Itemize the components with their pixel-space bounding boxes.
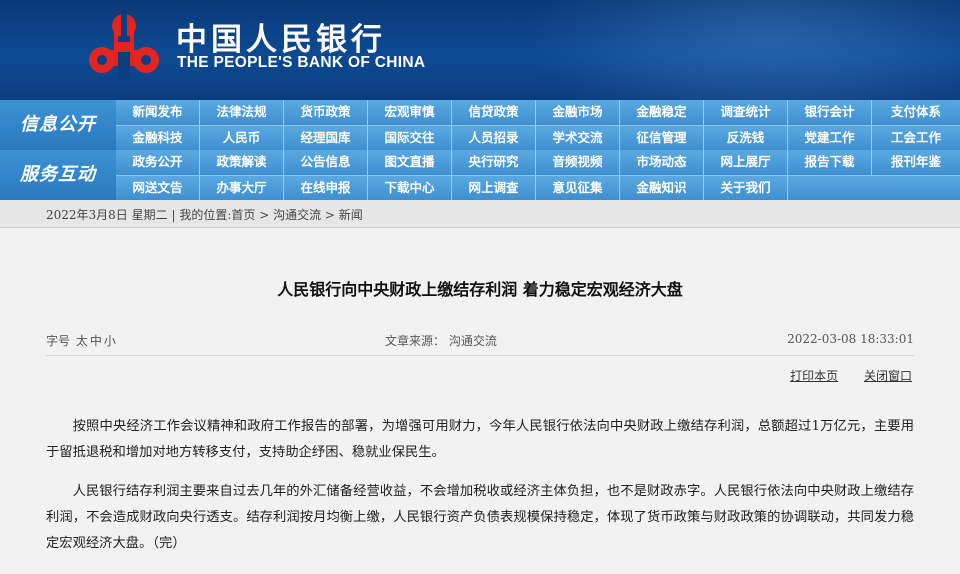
close-window-link[interactable]: 关闭窗口: [864, 369, 912, 383]
nav-service-label[interactable]: 服务互动: [0, 150, 116, 200]
nav-item[interactable]: 在线申报: [284, 176, 368, 201]
nav-info-grid: 新闻发布 法律法规 货币政策 宏观审慎 信贷政策 金融市场 金融稳定 调查统计 …: [116, 100, 960, 151]
nav-item[interactable]: 党建工作: [788, 126, 872, 151]
nav-item[interactable]: 报刊年鉴: [872, 150, 960, 175]
nav-service-grid: 政务公开 政策解读 公告信息 图文直播 央行研究 音频视频 市场动态 网上展厅 …: [116, 150, 960, 201]
nav-item[interactable]: 政务公开: [116, 150, 200, 175]
article-title: 人民银行向中央财政上缴结存利润 着力稳定宏观经济大盘: [277, 280, 683, 299]
breadcrumb-separator: >: [255, 208, 274, 222]
nav-info-label[interactable]: 信息公开: [0, 100, 116, 150]
nav-item[interactable]: 政策解读: [200, 150, 284, 175]
header-glow: [520, 0, 960, 100]
breadcrumb: 2022年3月8日 星期二 | 我的位置:首页 > 沟通交流 > 新闻: [46, 206, 363, 223]
nav-item[interactable]: 工会工作: [872, 126, 960, 151]
nav-item[interactable]: 办事大厅: [200, 176, 284, 201]
nav-item[interactable]: 宏观审慎: [368, 100, 452, 125]
nav-item[interactable]: 信贷政策: [452, 100, 536, 125]
meta-divider: [46, 355, 914, 356]
nav-item[interactable]: 图文直播: [368, 150, 452, 175]
breadcrumb-bar: 2022年3月8日 星期二 | 我的位置:首页 > 沟通交流 > 新闻: [0, 200, 960, 228]
nav-item[interactable]: 关于我们: [704, 176, 788, 201]
nav-item[interactable]: 人员招录: [452, 126, 536, 151]
nav-item[interactable]: 学术交流: [536, 126, 620, 151]
nav-item[interactable]: 国际交往: [368, 126, 452, 151]
nav-item[interactable]: 市场动态: [620, 150, 704, 175]
nav-info-row-2: 金融科技 人民币 经理国库 国际交往 人员招录 学术交流 征信管理 反洗钱 党建…: [116, 125, 960, 151]
nav-item[interactable]: 反洗钱: [704, 126, 788, 151]
nav-item[interactable]: 货币政策: [284, 100, 368, 125]
nav-info-row-1: 新闻发布 法律法规 货币政策 宏观审慎 信贷政策 金融市场 金融稳定 调查统计 …: [116, 100, 960, 125]
nav-service-row-2: 网送文告 办事大厅 在线申报 下载中心 网上调查 意见征集 金融知识 关于我们: [116, 175, 960, 201]
nav-item[interactable]: 网上调查: [452, 176, 536, 201]
article-datetime: 2022-03-08 18:33:01: [787, 332, 914, 346]
article-paragraph: 人民银行结存利润主要来自过去几年的外汇储备经营收益，不会增加税收或经济主体负担，…: [46, 484, 914, 551]
nav-item[interactable]: 支付体系: [872, 100, 960, 125]
print-page-link[interactable]: 打印本页: [790, 369, 838, 383]
article-source: 文章来源： 沟通交流: [385, 334, 497, 348]
font-size-large-button[interactable]: 太: [76, 334, 88, 348]
font-size-label: 字号: [46, 334, 71, 348]
breadcrumb-separator: >: [321, 208, 339, 222]
nav-item[interactable]: 公告信息: [284, 150, 368, 175]
nav-item[interactable]: 网上展厅: [704, 150, 788, 175]
logo-chinese-name: 中国人民银行: [176, 22, 386, 58]
breadcrumb-prefix: 我的位置:: [179, 208, 232, 222]
nav-item[interactable]: 报告下载: [788, 150, 872, 175]
nav-item[interactable]: 人民币: [200, 126, 284, 151]
breadcrumb-current-link[interactable]: 新闻: [339, 208, 363, 222]
article-body: 按照中央经济工作会议精神和政府工作报告的部署，为增强可用财力，今年人民银行依法向…: [46, 414, 914, 570]
nav-item[interactable]: 音频视频: [536, 150, 620, 175]
font-size-control: 字号 太中小: [46, 332, 116, 349]
nav-item[interactable]: 法律法规: [200, 100, 284, 125]
nav-item[interactable]: 银行会计: [788, 100, 872, 125]
nav-service-row-1: 政务公开 政策解读 公告信息 图文直播 央行研究 音频视频 市场动态 网上展厅 …: [116, 150, 960, 175]
logo-english-name: THE PEOPLE'S BANK OF CHINA: [177, 54, 426, 71]
nav-item[interactable]: 下载中心: [368, 176, 452, 201]
nav-service-interaction: 服务互动 政务公开 政策解读 公告信息 图文直播 央行研究 音频视频 市场动态 …: [0, 150, 960, 201]
breadcrumb-section-link[interactable]: 沟通交流: [273, 208, 321, 222]
site-header: 中国人民银行 THE PEOPLE'S BANK OF CHINA: [0, 0, 960, 100]
article-paragraph: 按照中央经济工作会议精神和政府工作报告的部署，为增强可用财力，今年人民银行依法向…: [46, 419, 914, 460]
nav-item[interactable]: 意见征集: [536, 176, 620, 201]
current-date: 2022年3月8日 星期二: [46, 208, 168, 222]
article-meta: 字号 太中小 文章来源： 沟通交流 2022-03-08 18:33:01: [46, 332, 914, 350]
nav-item[interactable]: 调查统计: [704, 100, 788, 125]
nav-item[interactable]: 新闻发布: [116, 100, 200, 125]
nav-item[interactable]: 金融市场: [536, 100, 620, 125]
nav-item[interactable]: 网送文告: [116, 176, 200, 201]
nav-item[interactable]: 征信管理: [620, 126, 704, 151]
nav-item[interactable]: 央行研究: [452, 150, 536, 175]
nav-item[interactable]: 金融科技: [116, 126, 200, 151]
font-size-small-button[interactable]: 小: [104, 334, 116, 348]
nav-item[interactable]: 金融知识: [620, 176, 704, 201]
breadcrumb-home-link[interactable]: 首页: [231, 208, 255, 222]
pboc-emblem-icon[interactable]: [88, 12, 160, 80]
nav-info-disclosure: 信息公开 新闻发布 法律法规 货币政策 宏观审慎 信贷政策 金融市场 金融稳定 …: [0, 100, 960, 151]
article-actions: 打印本页 关闭窗口: [768, 367, 912, 384]
nav-item[interactable]: 金融稳定: [620, 100, 704, 125]
font-size-medium-button[interactable]: 中: [90, 334, 102, 348]
nav-item[interactable]: 经理国库: [284, 126, 368, 151]
